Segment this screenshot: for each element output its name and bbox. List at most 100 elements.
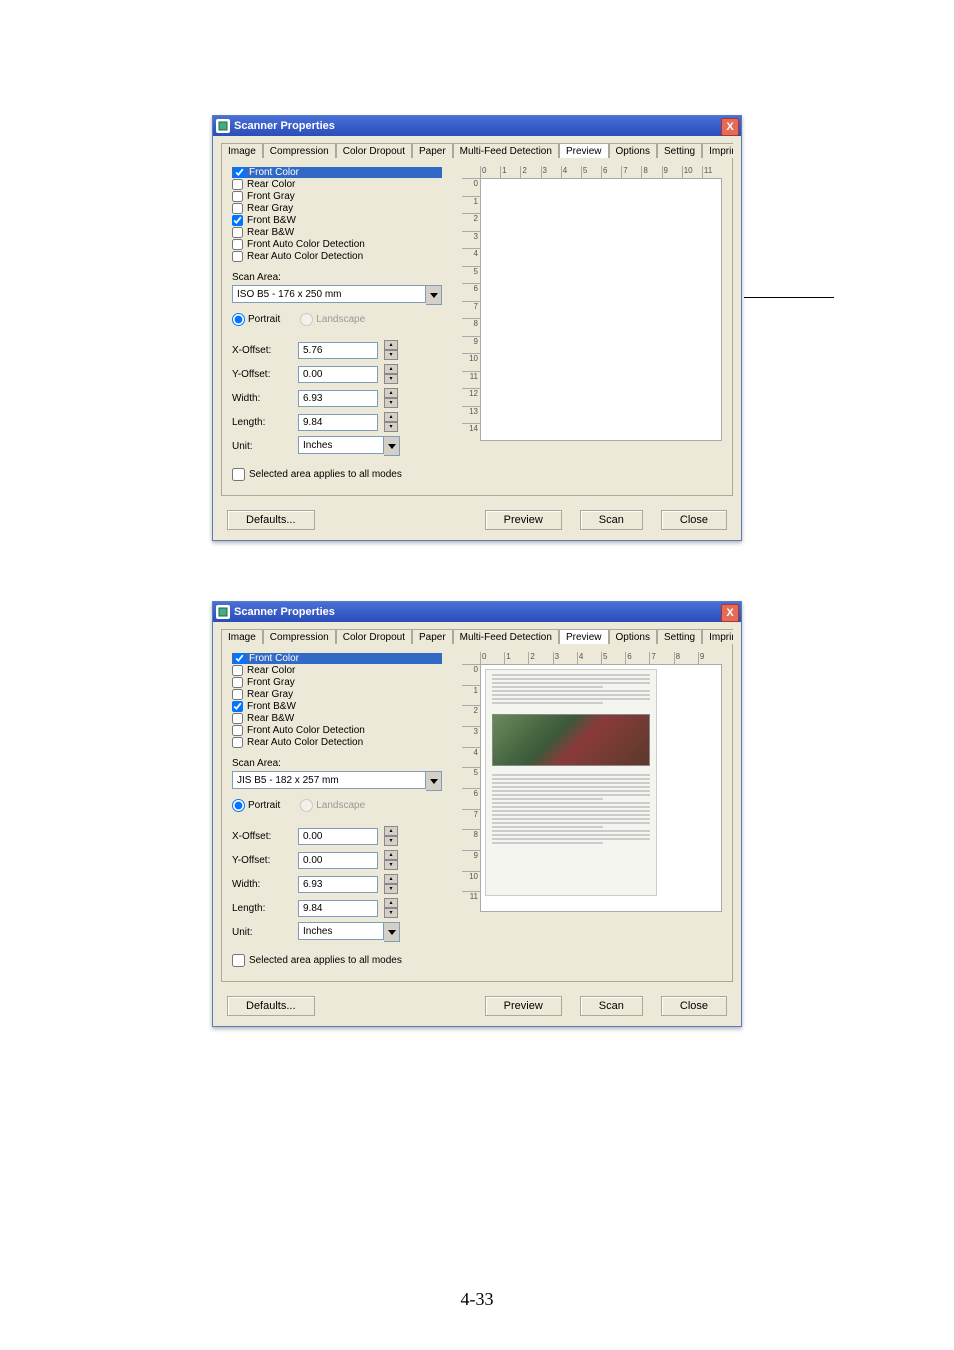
tab-paper[interactable]: Paper — [412, 629, 453, 644]
close-button[interactable]: X — [721, 604, 739, 622]
yoffset-spinner[interactable]: ▴▾ — [384, 850, 398, 870]
radio-label: Landscape — [316, 800, 365, 811]
chk-front-color[interactable]: Front Color — [232, 653, 442, 664]
tab-imprinter[interactable]: Imprinter — [702, 629, 733, 644]
scan-area-label: Scan Area: — [232, 758, 442, 769]
tab-strip: Image Compression Color Dropout Paper Mu… — [221, 142, 733, 158]
apply-all-modes[interactable]: Selected area applies to all modes — [232, 468, 442, 481]
chevron-down-icon[interactable] — [384, 436, 400, 456]
scan-area-value: JIS B5 - 182 x 257 mm — [232, 771, 426, 789]
radio-portrait[interactable]: Portrait — [232, 313, 280, 326]
width-spinner[interactable]: ▴▾ — [384, 874, 398, 894]
length-input[interactable]: 9.84 — [298, 414, 378, 431]
ruler-horizontal: 0123456789 — [480, 652, 722, 664]
xoffset-input[interactable]: 0.00 — [298, 828, 378, 845]
preview-area: 0123456789 01234567891011 — [462, 652, 722, 912]
unit-combo[interactable]: Inches — [298, 436, 400, 456]
scanner-properties-window: Scanner Properties X Image Compression C… — [212, 115, 742, 541]
tab-multifeed[interactable]: Multi-Feed Detection — [453, 143, 559, 158]
xoffset-spinner[interactable]: ▴▾ — [384, 340, 398, 360]
width-spinner[interactable]: ▴▾ — [384, 388, 398, 408]
yoffset-spinner[interactable]: ▴▾ — [384, 364, 398, 384]
defaults-button[interactable]: Defaults... — [227, 510, 315, 530]
yoffset-input[interactable]: 0.00 — [298, 366, 378, 383]
unit-value: Inches — [298, 436, 384, 454]
chk-front-bw[interactable]: Front B&W — [232, 215, 442, 226]
unit-combo[interactable]: Inches — [298, 922, 400, 942]
tab-preview[interactable]: Preview — [559, 143, 609, 158]
xoffset-spinner[interactable]: ▴▾ — [384, 826, 398, 846]
tab-imprinter[interactable]: Imprinter — [702, 143, 733, 158]
width-input[interactable]: 6.93 — [298, 390, 378, 407]
chk-label: Rear B&W — [247, 227, 294, 238]
length-spinner[interactable]: ▴▾ — [384, 412, 398, 432]
tab-image[interactable]: Image — [221, 143, 263, 158]
tab-image[interactable]: Image — [221, 629, 263, 644]
apply-all-modes[interactable]: Selected area applies to all modes — [232, 954, 442, 967]
preview-document — [485, 669, 657, 896]
tab-color-dropout[interactable]: Color Dropout — [336, 629, 412, 644]
xoffset-label: X-Offset: — [232, 831, 292, 842]
chk-label: Front B&W — [247, 701, 296, 712]
yoffset-input[interactable]: 0.00 — [298, 852, 378, 869]
chk-rear-gray[interactable]: Rear Gray — [232, 203, 442, 214]
chk-front-color[interactable]: Front Color — [232, 167, 442, 178]
mode-list: Front Color Rear Color Front Gray Rear G… — [232, 167, 442, 262]
unit-value: Inches — [298, 922, 384, 940]
radio-portrait[interactable]: Portrait — [232, 799, 280, 812]
preview-button[interactable]: Preview — [485, 996, 562, 1016]
chevron-down-icon[interactable] — [426, 771, 442, 791]
xoffset-input[interactable]: 5.76 — [298, 342, 378, 359]
preview-canvas[interactable] — [480, 664, 722, 912]
unit-label: Unit: — [232, 927, 292, 938]
tab-setting[interactable]: Setting — [657, 629, 702, 644]
scan-area-combo[interactable]: JIS B5 - 182 x 257 mm — [232, 771, 442, 791]
chk-label: Front Gray — [247, 191, 295, 202]
radio-label: Portrait — [248, 800, 280, 811]
chk-rear-auto[interactable]: Rear Auto Color Detection — [232, 251, 442, 262]
chevron-down-icon[interactable] — [426, 285, 442, 305]
scan-area-combo[interactable]: ISO B5 - 176 x 250 mm — [232, 285, 442, 305]
tab-setting[interactable]: Setting — [657, 143, 702, 158]
defaults-button[interactable]: Defaults... — [227, 996, 315, 1016]
width-label: Width: — [232, 393, 292, 404]
scan-button[interactable]: Scan — [580, 510, 643, 530]
window-title: Scanner Properties — [234, 120, 335, 132]
chevron-down-icon[interactable] — [384, 922, 400, 942]
tab-color-dropout[interactable]: Color Dropout — [336, 143, 412, 158]
tab-preview[interactable]: Preview — [559, 629, 609, 644]
preview-canvas[interactable] — [480, 178, 722, 441]
chk-label: Rear Auto Color Detection — [247, 737, 363, 748]
chk-rear-auto[interactable]: Rear Auto Color Detection — [232, 737, 442, 748]
tab-options[interactable]: Options — [609, 143, 657, 158]
close-button[interactable]: Close — [661, 510, 727, 530]
chk-front-bw[interactable]: Front B&W — [232, 701, 442, 712]
scan-button[interactable]: Scan — [580, 996, 643, 1016]
radio-landscape: Landscape — [300, 313, 365, 326]
chk-front-auto[interactable]: Front Auto Color Detection — [232, 725, 442, 736]
chk-rear-color[interactable]: Rear Color — [232, 179, 442, 190]
chk-rear-gray[interactable]: Rear Gray — [232, 689, 442, 700]
preview-button[interactable]: Preview — [485, 510, 562, 530]
chk-rear-bw[interactable]: Rear B&W — [232, 713, 442, 724]
scanner-properties-window: Scanner Properties X Image Compression C… — [212, 601, 742, 1027]
chk-label: Rear Color — [247, 179, 295, 190]
tab-paper[interactable]: Paper — [412, 143, 453, 158]
close-button[interactable]: Close — [661, 996, 727, 1016]
chk-front-auto[interactable]: Front Auto Color Detection — [232, 239, 442, 250]
width-input[interactable]: 6.93 — [298, 876, 378, 893]
chk-rear-bw[interactable]: Rear B&W — [232, 227, 442, 238]
chk-front-gray[interactable]: Front Gray — [232, 191, 442, 202]
tab-multifeed[interactable]: Multi-Feed Detection — [453, 629, 559, 644]
tab-compression[interactable]: Compression — [263, 629, 336, 644]
chk-rear-color[interactable]: Rear Color — [232, 665, 442, 676]
chk-label: Front Auto Color Detection — [247, 725, 365, 736]
tab-compression[interactable]: Compression — [263, 143, 336, 158]
ruler-vertical: 01234567891011 — [462, 664, 480, 912]
tab-options[interactable]: Options — [609, 629, 657, 644]
close-button[interactable]: X — [721, 118, 739, 136]
length-input[interactable]: 9.84 — [298, 900, 378, 917]
chk-front-gray[interactable]: Front Gray — [232, 677, 442, 688]
ruler-horizontal: 01234567891011 — [480, 166, 722, 178]
length-spinner[interactable]: ▴▾ — [384, 898, 398, 918]
